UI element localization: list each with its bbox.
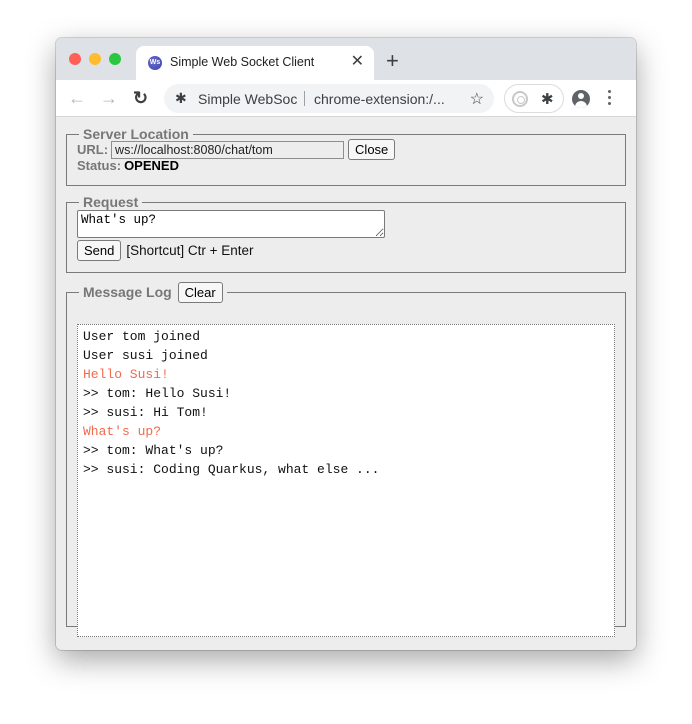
window-zoom-button[interactable] (109, 53, 121, 65)
log-line-received: >> susi: Coding Quarkus, what else ... (83, 462, 380, 477)
new-tab-button[interactable]: + (386, 50, 399, 72)
request-legend: Request (83, 194, 139, 210)
log-line-received: User susi joined (83, 348, 208, 363)
browser-toolbar: ← → ↻ ✱ Simple WebSocket Client chrome-e… (56, 80, 636, 117)
url-label: URL: (77, 142, 109, 157)
browser-window: Ws Simple Web Socket Client ✕ + ← → ↻ ✱ … (56, 38, 636, 650)
server-location-section: Server Location URL: Close Status: OPENE… (66, 126, 626, 186)
close-connection-button[interactable]: Close (348, 139, 396, 160)
send-button[interactable]: Send (77, 240, 122, 261)
status-value: OPENED (124, 158, 179, 173)
omnibox-url[interactable]: chrome-extension:/... (314, 91, 445, 107)
log-line-received: >> tom: What's up? (83, 443, 224, 458)
log-line-sent: What's up? (83, 424, 162, 439)
clear-log-button[interactable]: Clear (177, 282, 223, 303)
status-label: Status: (77, 158, 122, 173)
message-log-area[interactable]: User tom joined User susi joined Hello Sus… (77, 324, 615, 637)
window-minimize-button[interactable] (89, 53, 101, 65)
tab-strip: Ws Simple Web Socket Client ✕ + (56, 38, 636, 80)
back-arrow-icon[interactable]: ← (68, 88, 86, 108)
page-content: Server Location URL: Close Status: OPENE… (56, 118, 636, 650)
bookmark-star-icon[interactable]: ☆ (470, 89, 484, 109)
omnibox-page-title: Simple WebSocket Client (198, 91, 298, 107)
puzzle-piece-icon: ✱ (175, 90, 187, 106)
address-bar[interactable]: ✱ Simple WebSocket Client chrome-extensi… (164, 84, 494, 113)
profile-avatar-icon[interactable] (572, 90, 590, 108)
tab-title: Simple Web Socket Client (170, 55, 315, 69)
websocket-favicon-icon: Ws (148, 56, 162, 70)
extensions-puzzle-icon[interactable]: ✱ (541, 90, 554, 108)
log-line-received: >> susi: Hi Tom! (83, 405, 208, 420)
url-input[interactable] (111, 140, 345, 159)
tab-simple-web-socket-client[interactable]: Ws Simple Web Socket Client ✕ (136, 46, 374, 80)
log-line-sent: Hello Susi! (83, 367, 169, 382)
shortcut-hint: [Shortcut] Ctr + Enter (126, 243, 254, 258)
request-textarea[interactable]: What's up? (77, 210, 385, 238)
log-line-received: >> tom: Hello Susi! (83, 386, 232, 401)
message-log-section: Message Log Clear User tom joined User su… (66, 282, 626, 637)
extensions-group: ✱ (504, 84, 564, 113)
log-line-received: User tom joined (83, 329, 201, 344)
window-close-button[interactable] (69, 53, 81, 65)
reload-icon[interactable]: ↻ (133, 88, 148, 108)
radar-extension-icon[interactable] (512, 91, 528, 107)
kebab-menu-icon[interactable] (608, 90, 612, 108)
tab-close-icon[interactable]: ✕ (351, 53, 364, 71)
message-log-title: Message Log (83, 284, 172, 300)
request-section: Request What's up? Send [Shortcut] Ctr +… (66, 194, 626, 273)
forward-arrow-icon[interactable]: → (100, 88, 118, 108)
message-log-legend: Message Log Clear (79, 282, 227, 303)
omnibox-divider (304, 91, 305, 106)
